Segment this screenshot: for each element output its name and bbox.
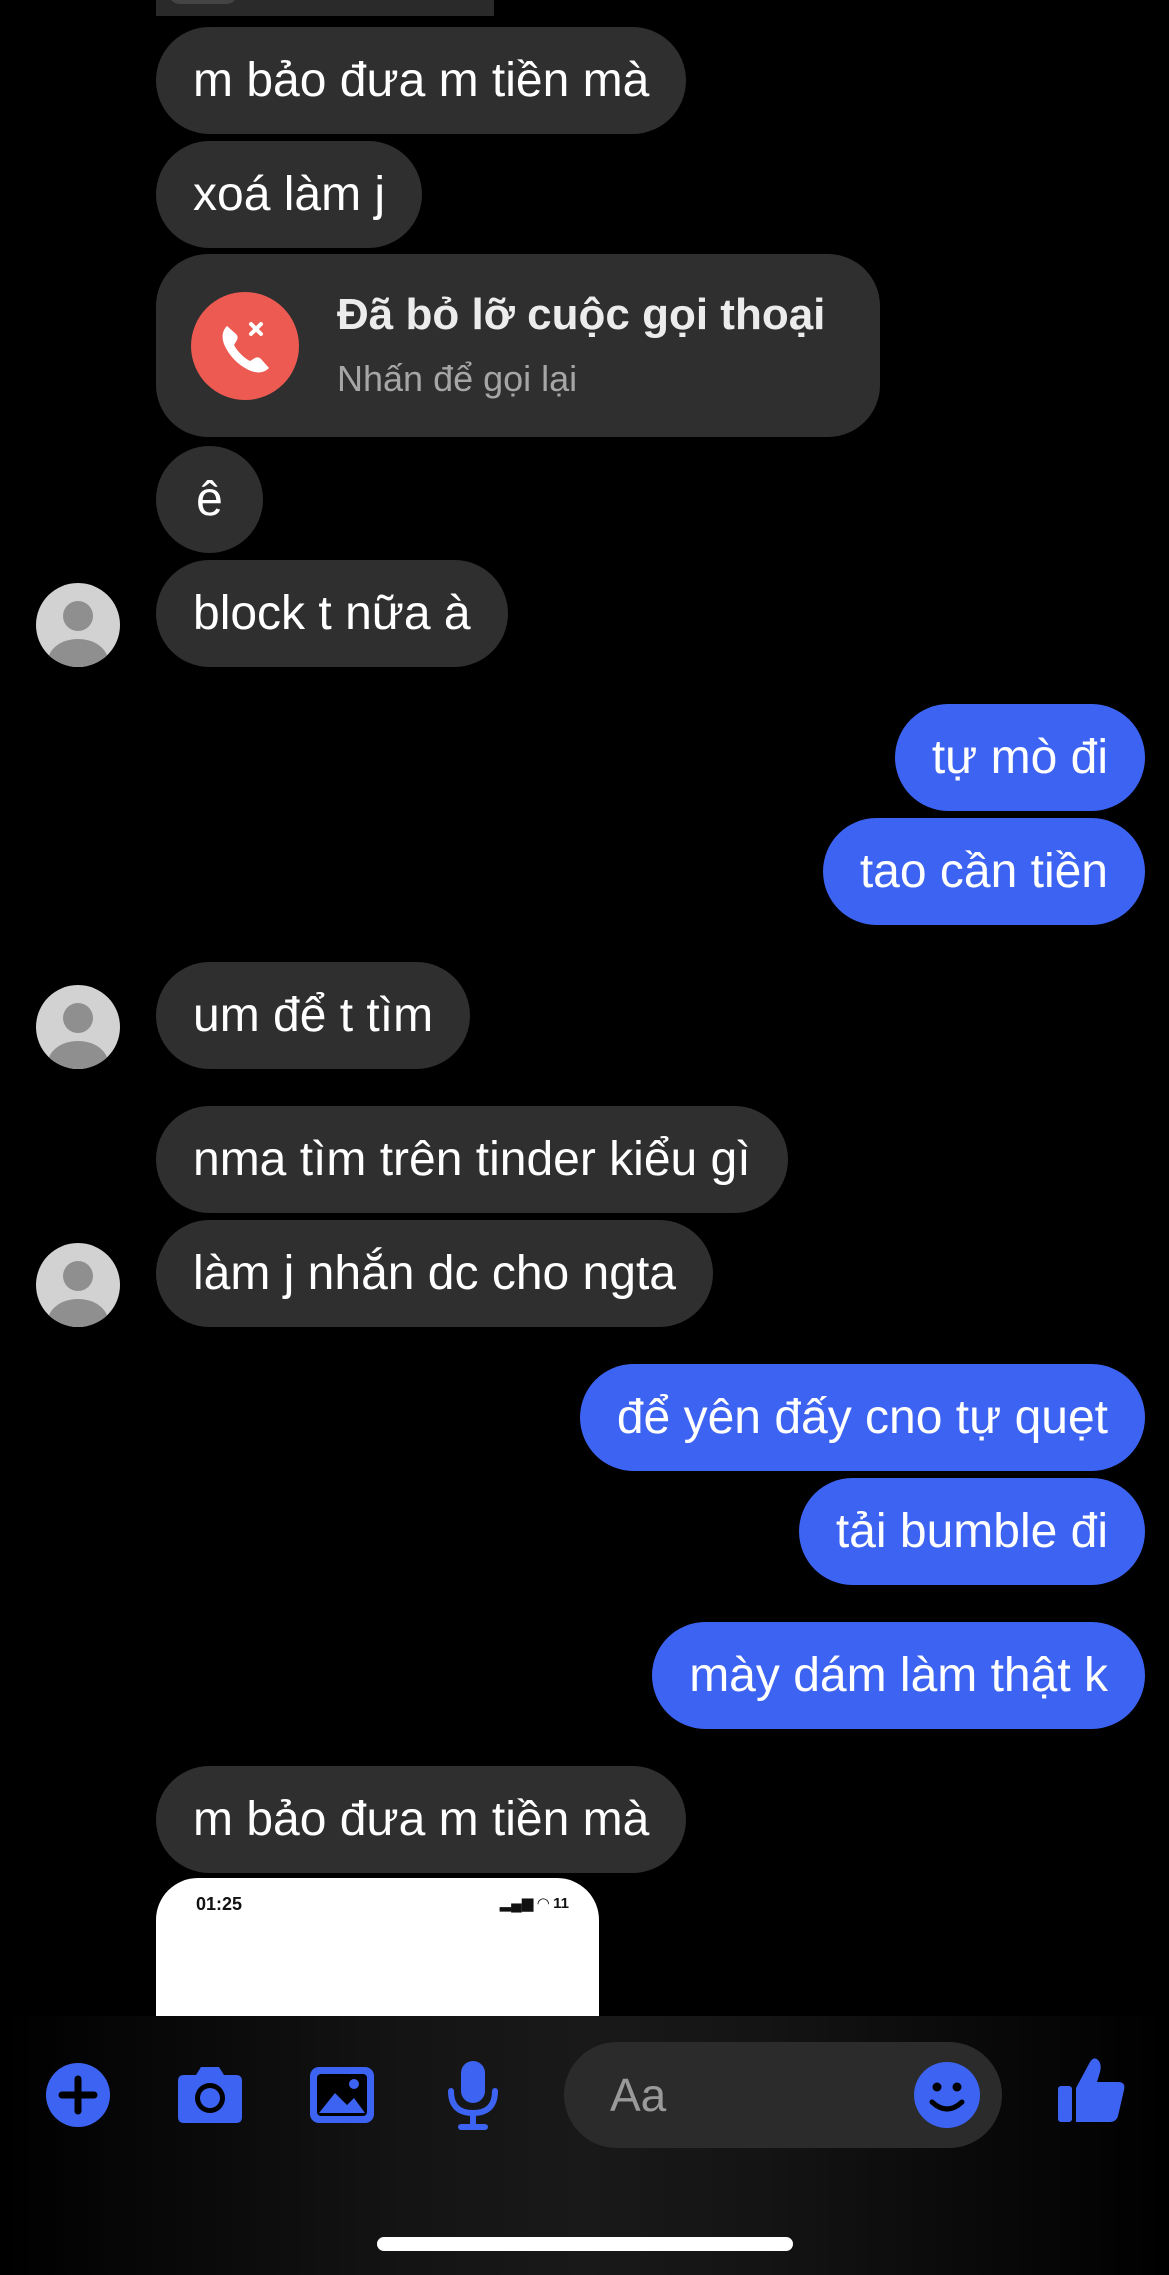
plus-icon (46, 2063, 110, 2127)
gallery-button[interactable] (302, 2055, 382, 2135)
previous-avatar-edge (168, 0, 238, 4)
message-input[interactable]: Aa (564, 2042, 1002, 2148)
camera-icon (178, 2067, 242, 2123)
missed-call-title: Đã bỏ lỡ cuộc gọi thoại (337, 290, 826, 339)
message-bubble[interactable]: m bảo đưa m tiền mà (156, 27, 687, 134)
gallery-icon (310, 2067, 374, 2123)
contact-avatar[interactable] (36, 985, 120, 1069)
screenshot-status-bar: ▂▄▆ ◠ 11 (500, 1894, 569, 1912)
message-bubble[interactable]: tải bumble đi (798, 1478, 1145, 1585)
emoji-icon (914, 2062, 980, 2128)
message-bubble[interactable]: m bảo đưa m tiền mà (156, 1766, 687, 1873)
missed-call-card[interactable]: Đã bỏ lỡ cuộc gọi thoại Nhấn để gọi lại (156, 254, 880, 437)
message-bubble[interactable]: để yên đấy cno tự quẹt (579, 1364, 1145, 1471)
home-indicator[interactable] (377, 2237, 793, 2251)
contact-avatar[interactable] (36, 1243, 120, 1327)
microphone-icon (448, 2061, 498, 2130)
wifi-icon: ◠ (537, 1895, 554, 1912)
emoji-button[interactable] (912, 2060, 982, 2130)
message-bubble[interactable]: nma tìm trên tinder kiểu gì (156, 1106, 788, 1213)
message-bubble[interactable]: block t nữa à (156, 560, 508, 667)
contact-avatar[interactable] (36, 583, 120, 667)
missed-call-icon (191, 292, 299, 400)
camera-button[interactable] (170, 2055, 250, 2135)
like-icon (1058, 2058, 1125, 2122)
screenshot-time: 01:25 (196, 1894, 243, 1914)
microphone-button[interactable] (433, 2055, 513, 2135)
message-bubble[interactable]: tao cần tiền (822, 818, 1145, 925)
message-bubble[interactable]: làm j nhắn dc cho ngta (156, 1220, 713, 1327)
message-bubble[interactable]: um để t tìm (156, 962, 471, 1069)
shared-screenshot-preview[interactable]: 01:25 ▂▄▆ ◠ 11 (156, 1878, 599, 2016)
message-input-placeholder: Aa (610, 2069, 667, 2121)
message-bubble[interactable]: ê (156, 446, 263, 553)
message-thread[interactable]: m bảo đưa m tiền mà xoá làm j Đã bỏ lỡ c… (0, 0, 1169, 2016)
plus-button[interactable] (38, 2055, 118, 2135)
like-button[interactable] (1052, 2050, 1132, 2130)
message-bubble[interactable]: mày dám làm thật k (652, 1622, 1145, 1729)
signal-icon: ▂▄▆ (499, 1895, 534, 1912)
missed-call-subtitle: Nhấn để gọi lại (337, 358, 578, 399)
message-bubble[interactable]: tự mò đi (894, 704, 1145, 811)
message-bubble[interactable]: xoá làm j (156, 141, 423, 248)
battery-level: 11 (553, 1895, 569, 1912)
